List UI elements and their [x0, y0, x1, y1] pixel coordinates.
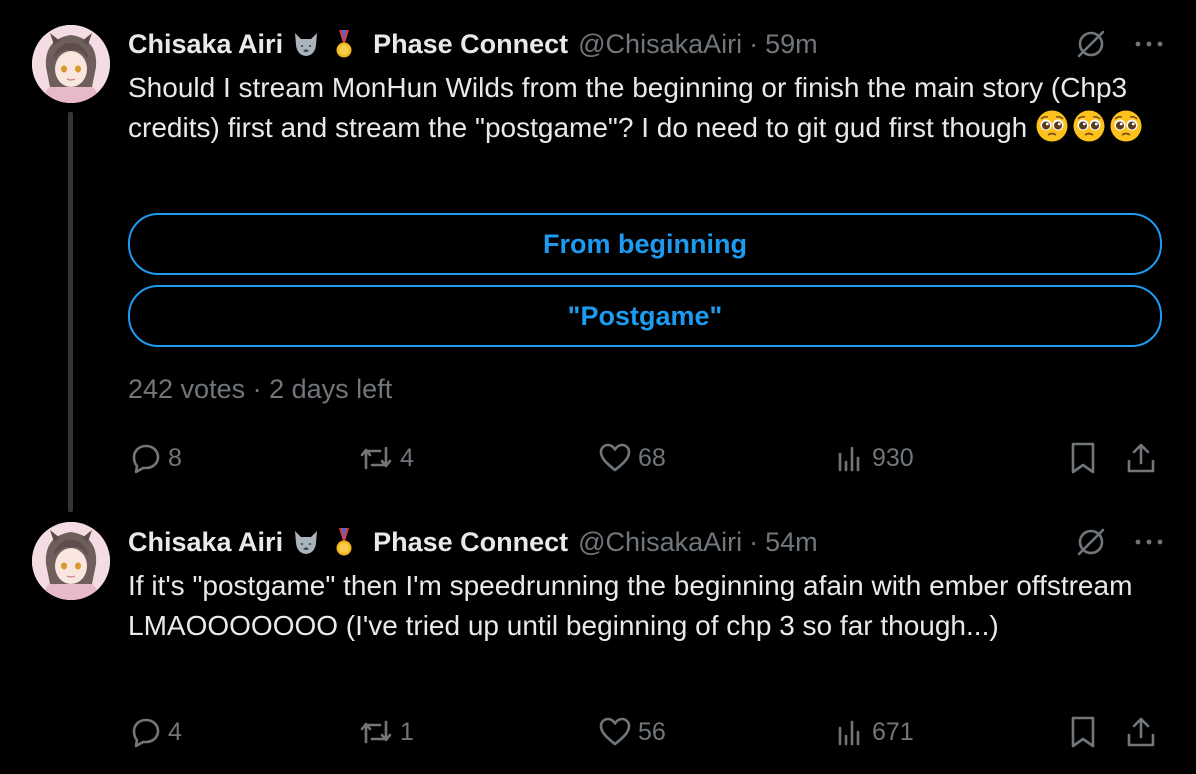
medal-icon [329, 29, 359, 59]
share-button[interactable] [1124, 712, 1158, 752]
like-button[interactable]: 68 [598, 438, 666, 478]
views-button[interactable]: 930 [834, 438, 914, 478]
poll-time-left: 2 days left [269, 374, 393, 404]
separator-dot: · [252, 374, 262, 404]
views-button[interactable]: 671 [834, 712, 914, 752]
separator-dot: · [749, 28, 759, 59]
bookmark-icon [1068, 715, 1098, 749]
reply-icon [130, 716, 162, 748]
poll-option-postgame[interactable]: "Postgame" [128, 285, 1162, 347]
repost-count: 1 [400, 717, 414, 746]
avatar[interactable] [32, 25, 110, 103]
share-icon [1124, 441, 1158, 475]
heart-icon [598, 442, 632, 474]
bookmark-icon [1068, 441, 1098, 475]
repost-icon [358, 716, 394, 748]
tweet-text-content: Should I stream MonHun Wilds from the be… [128, 72, 1128, 143]
separator-dot: · [749, 526, 759, 557]
tweet-text: If it's "postgame" then I'm speedrunning… [128, 570, 1133, 641]
thread-connector-line [68, 112, 73, 512]
like-button[interactable]: 56 [598, 712, 666, 752]
tweet[interactable]: Chisaka Airi Phase Connect @ChisakaAiri … [0, 510, 1196, 774]
bookmark-button[interactable] [1068, 438, 1098, 478]
repost-button[interactable]: 1 [358, 712, 414, 752]
timestamp[interactable]: 54m [765, 527, 818, 558]
avatar-image [32, 25, 110, 103]
medal-icon [329, 527, 359, 557]
tweet[interactable]: Chisaka Airi Phase Connect @ChisakaAiri … [0, 0, 1196, 512]
more-options-icon[interactable] [1134, 39, 1164, 49]
avatar-image [32, 522, 110, 600]
share-icon [1124, 715, 1158, 749]
wolf-icon [291, 527, 321, 557]
pleading-face-icon [1035, 109, 1069, 143]
affiliation-label[interactable]: Phase Connect [373, 527, 568, 558]
like-count: 68 [638, 443, 666, 472]
views-icon [834, 442, 866, 474]
action-bar: 8 4 68 930 [128, 438, 1168, 478]
reply-count: 4 [168, 717, 182, 746]
tweet-header: Chisaka Airi Phase Connect @ChisakaAiri … [128, 26, 1164, 62]
share-button[interactable] [1124, 438, 1158, 478]
poll-option-from-beginning[interactable]: From beginning [128, 213, 1162, 275]
reply-count: 8 [168, 443, 182, 472]
pleading-face-icon [1109, 109, 1143, 143]
display-name[interactable]: Chisaka Airi [128, 29, 283, 60]
tweet-text: Should I stream MonHun Wilds from the be… [128, 68, 1168, 148]
grok-icon[interactable] [1074, 525, 1108, 559]
header-actions [1074, 524, 1164, 560]
repost-count: 4 [400, 443, 414, 472]
reply-button[interactable]: 8 [130, 438, 182, 478]
handle[interactable]: @ChisakaAiri [578, 29, 742, 60]
header-actions [1074, 26, 1164, 62]
display-name[interactable]: Chisaka Airi [128, 527, 283, 558]
timestamp[interactable]: 59m [765, 29, 818, 60]
repost-button[interactable]: 4 [358, 438, 414, 478]
views-icon [834, 716, 866, 748]
views-count: 671 [872, 717, 914, 746]
thread: Chisaka Airi Phase Connect @ChisakaAiri … [0, 0, 1196, 774]
pleading-face-icon [1072, 109, 1106, 143]
tweet-header: Chisaka Airi Phase Connect @ChisakaAiri … [128, 524, 1164, 560]
wolf-icon [291, 29, 321, 59]
poll-vote-count: 242 votes [128, 374, 246, 404]
action-bar: 4 1 56 671 [128, 712, 1168, 752]
handle[interactable]: @ChisakaAiri [578, 527, 742, 558]
bookmark-button[interactable] [1068, 712, 1098, 752]
poll-meta: 242 votes · 2 days left [128, 374, 392, 405]
repost-icon [358, 442, 394, 474]
reply-button[interactable]: 4 [130, 712, 182, 752]
reply-icon [130, 442, 162, 474]
affiliation-label[interactable]: Phase Connect [373, 29, 568, 60]
grok-icon[interactable] [1074, 27, 1108, 61]
avatar[interactable] [32, 522, 110, 600]
heart-icon [598, 716, 632, 748]
like-count: 56 [638, 717, 666, 746]
more-options-icon[interactable] [1134, 537, 1164, 547]
views-count: 930 [872, 443, 914, 472]
